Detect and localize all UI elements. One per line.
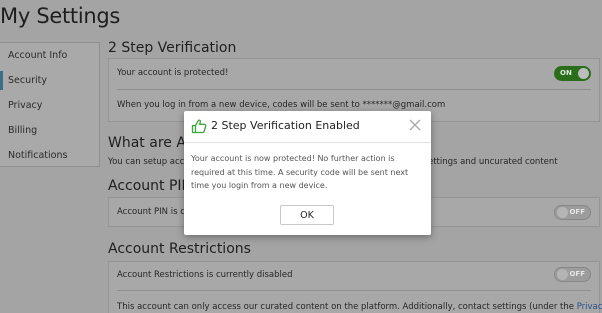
divider <box>117 89 591 90</box>
divider <box>117 290 591 291</box>
restrictions-title: Account Restrictions <box>108 241 251 257</box>
toggle-label: ON <box>560 69 572 77</box>
account-pin-status: Account PIN is cu <box>117 207 191 217</box>
settings-sidebar: Account Info Security Privacy Billing No… <box>0 42 100 167</box>
close-icon[interactable] <box>409 119 421 131</box>
dialog-message: Your account is now protected! No furthe… <box>191 154 409 190</box>
what-are-text-left: You can setup acco <box>108 157 190 167</box>
restrictions-toggle[interactable]: OFF <box>554 267 591 282</box>
two-step-toggle[interactable]: ON <box>554 66 591 81</box>
two-step-info: When you log in from a new device, codes… <box>117 100 446 110</box>
toggle-label: OFF <box>569 208 585 216</box>
what-are-text-right: ettings and uncurated content <box>428 157 558 167</box>
account-pin-title: Account PIN <box>108 178 193 194</box>
dialog-title: 2 Step Verification Enabled <box>211 119 360 132</box>
restrictions-status: Account Restrictions is currently disabl… <box>117 270 293 280</box>
toggle-knob <box>578 68 589 79</box>
sidebar-item-security[interactable]: Security <box>0 68 99 93</box>
two-step-title: 2 Step Verification <box>108 40 237 56</box>
restrictions-card: Account Restrictions is currently disabl… <box>108 261 602 313</box>
toggle-knob <box>557 269 568 280</box>
sidebar-item-notifications[interactable]: Notifications <box>0 143 99 168</box>
sidebar-item-billing[interactable]: Billing <box>0 118 99 143</box>
account-pin-toggle[interactable]: OFF <box>554 205 591 220</box>
toggle-label: OFF <box>569 270 585 278</box>
sidebar-item-account-info[interactable]: Account Info <box>0 43 99 68</box>
thumbs-up-icon <box>191 119 207 134</box>
sidebar-item-privacy[interactable]: Privacy <box>0 93 99 118</box>
ok-button[interactable]: OK <box>280 205 334 225</box>
page-title: My Settings <box>0 4 121 28</box>
toggle-knob <box>557 207 568 218</box>
two-step-status: Your account is protected! <box>117 68 229 78</box>
confirmation-dialog: 2 Step Verification Enabled Your account… <box>184 111 431 235</box>
dialog-header: 2 Step Verification Enabled <box>184 111 431 143</box>
